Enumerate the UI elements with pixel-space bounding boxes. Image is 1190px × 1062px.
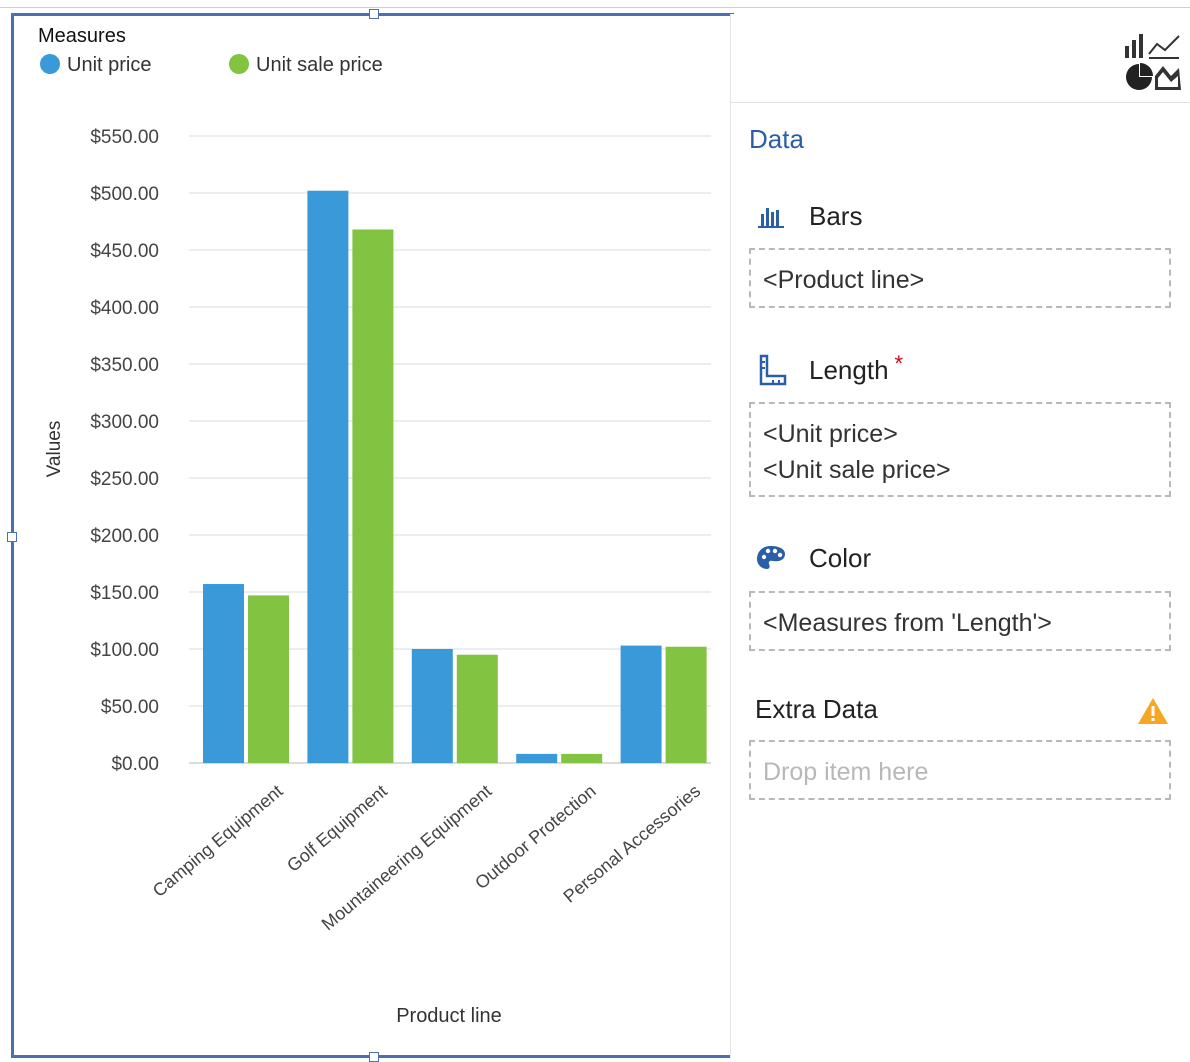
x-tick-label: Mountaineering Equipment	[318, 781, 496, 935]
y-tick-label: $150.00	[90, 583, 159, 604]
bar-chart-icon	[758, 208, 784, 228]
data-panel: Data Bars <Product line> Length * <Unit …	[730, 14, 1190, 1058]
bar[interactable]	[411, 649, 453, 763]
y-tick-label: $100.00	[90, 640, 159, 661]
x-tick-label: Golf Equipment	[283, 781, 391, 876]
bar[interactable]	[516, 753, 558, 763]
x-axis-ticks: Camping EquipmentGolf EquipmentMountaine…	[149, 781, 704, 935]
legend-swatch	[229, 54, 249, 74]
top-divider	[0, 7, 1190, 8]
y-axis-title: Values	[44, 421, 65, 478]
required-mark: *	[894, 351, 904, 376]
panel-heading: Data	[749, 124, 804, 154]
y-tick-label: $250.00	[90, 469, 159, 490]
y-tick-label: $500.00	[90, 184, 159, 205]
chart-visualization[interactable]: Measures Unit price Unit sale price Value…	[7, 9, 734, 1062]
slot-title-extra-label: Extra Data	[755, 694, 878, 724]
dropzone-item[interactable]: <Measures from 'Length'>	[763, 605, 1157, 641]
dropzone-bars[interactable]: <Product line>	[749, 248, 1171, 308]
legend-title: Measures	[38, 25, 126, 47]
bar[interactable]	[248, 595, 289, 763]
y-tick-label: $400.00	[90, 298, 159, 319]
dropzone-item[interactable]: <Unit sale price>	[763, 452, 1157, 488]
dropzone-item[interactable]: <Unit price>	[763, 416, 1157, 452]
slot-title-extra-data: Extra Data	[755, 694, 878, 725]
y-tick-label: $350.00	[90, 355, 159, 376]
dropzone-extra-data[interactable]: Drop item here	[749, 740, 1171, 800]
bar[interactable]	[352, 229, 394, 764]
legend-item-label[interactable]: Unit price	[67, 54, 151, 76]
dropzone-placeholder: Drop item here	[763, 758, 929, 786]
bar[interactable]	[620, 645, 662, 763]
bar[interactable]	[307, 190, 349, 764]
y-axis-ticks: $0.00 $50.00 $100.00 $150.00 $200.00 $250.00 $…	[90, 127, 159, 775]
y-tick-label: $550.00	[90, 127, 159, 148]
bar[interactable]	[665, 646, 707, 763]
slot-title-bars: Bars	[755, 200, 862, 232]
slot-title-length: Length *	[755, 351, 904, 386]
y-tick-label: $200.00	[90, 526, 159, 547]
bar[interactable]	[203, 584, 244, 763]
dropzone-color[interactable]: <Measures from 'Length'>	[749, 591, 1171, 651]
app-window: Measures Unit price Unit sale price Value…	[0, 0, 1190, 1062]
slot-title-color: Color	[755, 542, 871, 574]
panel-toolbar	[731, 14, 1190, 103]
legend[interactable]: Unit price Unit sale price	[40, 54, 383, 76]
ruler-icon	[759, 354, 787, 386]
slot-title-length-label: Length	[809, 354, 889, 385]
x-tick-label: Camping Equipment	[149, 781, 287, 901]
legend-item-label[interactable]: Unit sale price	[256, 54, 383, 76]
dropzone-length[interactable]: <Unit price> <Unit sale price>	[749, 402, 1171, 497]
slot-title-color-label: Color	[809, 542, 872, 573]
palette-icon	[757, 546, 785, 569]
x-axis-title: Product line	[396, 1005, 502, 1027]
dropzone-item[interactable]: <Product line>	[763, 262, 1157, 298]
y-tick-label: $450.00	[90, 241, 159, 262]
y-tick-label: $300.00	[90, 412, 159, 433]
warning-icon[interactable]	[1137, 696, 1169, 726]
bar-chart: Measures Unit price Unit sale price Value…	[38, 25, 711, 1027]
bar[interactable]	[456, 654, 498, 763]
bars[interactable]	[203, 190, 707, 764]
slot-title-bars-label: Bars	[809, 200, 863, 231]
legend-swatch	[40, 54, 60, 74]
y-tick-label: $0.00	[111, 754, 159, 775]
chart-type-icon[interactable]	[1123, 32, 1183, 92]
bar[interactable]	[561, 753, 603, 763]
y-tick-label: $50.00	[101, 697, 159, 718]
